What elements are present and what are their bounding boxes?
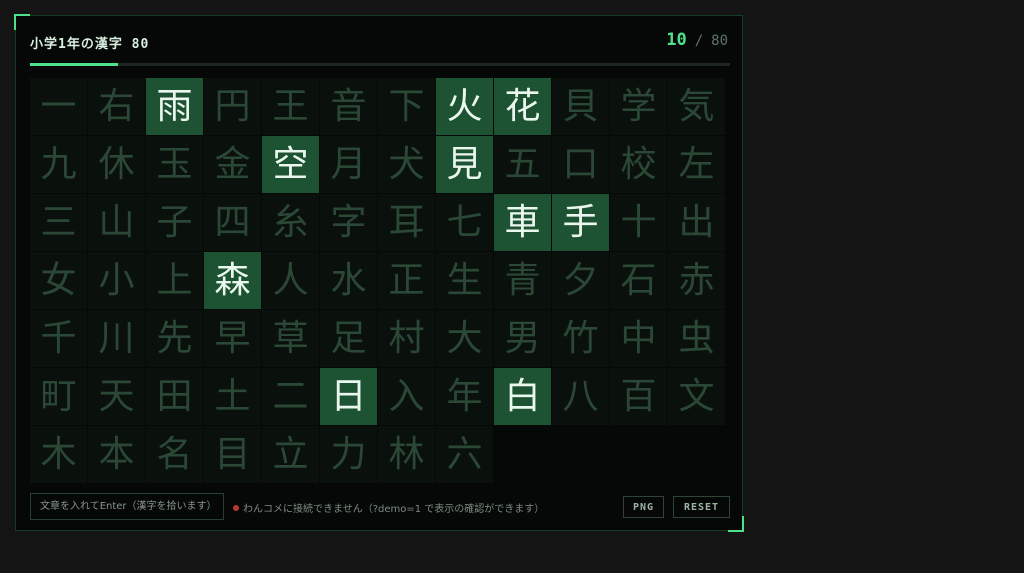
status-dot-icon xyxy=(233,504,239,511)
kanji-cell: 五 xyxy=(494,136,551,193)
kanji-cell: 金 xyxy=(204,136,261,193)
kanji-cell: 青 xyxy=(494,252,551,309)
kanji-cell: 林 xyxy=(378,426,435,483)
kanji-cell: 王 xyxy=(262,78,319,135)
kanji-cell: 力 xyxy=(320,426,377,483)
kanji-cell: 子 xyxy=(146,194,203,251)
kanji-cell: 赤 xyxy=(668,252,725,309)
kanji-cell: 字 xyxy=(320,194,377,251)
footer-bar: わんコメに接続できません（?demo=1 で表示の確認ができます） PNG RE… xyxy=(30,493,730,522)
png-button[interactable]: PNG xyxy=(623,496,664,518)
kanji-cell: 小 xyxy=(88,252,145,309)
kanji-cell: 九 xyxy=(30,136,87,193)
kanji-cell: 口 xyxy=(552,136,609,193)
kanji-cell: 生 xyxy=(436,252,493,309)
reset-button[interactable]: RESET xyxy=(673,496,730,518)
kanji-cell: 本 xyxy=(88,426,145,483)
connection-status: わんコメに接続できません（?demo=1 で表示の確認ができます） xyxy=(233,500,544,515)
kanji-cell: 千 xyxy=(30,310,87,367)
kanji-cell: 先 xyxy=(146,310,203,367)
kanji-cell: 田 xyxy=(146,368,203,425)
kanji-cell-found: 花 xyxy=(494,78,551,135)
kanji-cell: 入 xyxy=(378,368,435,425)
count-separator: / xyxy=(694,33,704,49)
kanji-cell: 男 xyxy=(494,310,551,367)
kanji-panel: 小学1年の漢字 80 10 / 80 一右雨円王音下火花貝学気九休玉金空月犬見五口校… xyxy=(14,14,744,532)
kanji-cell: 気 xyxy=(668,78,725,135)
kanji-cell: 名 xyxy=(146,426,203,483)
kanji-cell: 三 xyxy=(30,194,87,251)
kanji-cell: 八 xyxy=(552,368,609,425)
kanji-cell: 貝 xyxy=(552,78,609,135)
kanji-cell: 休 xyxy=(88,136,145,193)
kanji-cell-found: 手 xyxy=(552,194,609,251)
kanji-cell: 大 xyxy=(436,310,493,367)
kanji-cell: 竹 xyxy=(552,310,609,367)
status-text: わんコメに接続できません（?demo=1 で表示の確認ができます） xyxy=(243,504,545,515)
kanji-cell: 犬 xyxy=(378,136,435,193)
kanji-cell: 中 xyxy=(610,310,667,367)
kanji-cell-found: 日 xyxy=(320,368,377,425)
kanji-cell-found: 火 xyxy=(436,78,493,135)
kanji-cell: 町 xyxy=(30,368,87,425)
kanji-cell: 六 xyxy=(436,426,493,483)
total-count: 80 xyxy=(711,33,728,49)
kanji-cell: 一 xyxy=(30,78,87,135)
panel-title: 小学1年の漢字 80 xyxy=(30,37,150,52)
kanji-cell: 山 xyxy=(88,194,145,251)
kanji-cell-found: 空 xyxy=(262,136,319,193)
kanji-cell: 七 xyxy=(436,194,493,251)
kanji-grid: 一右雨円王音下火花貝学気九休玉金空月犬見五口校左三山子四糸字耳七車手十出女小上森… xyxy=(30,78,725,483)
kanji-cell: 左 xyxy=(668,136,725,193)
kanji-cell: 木 xyxy=(30,426,87,483)
kanji-cell: 玉 xyxy=(146,136,203,193)
kanji-cell: 四 xyxy=(204,194,261,251)
kanji-cell: 足 xyxy=(320,310,377,367)
kanji-cell: 水 xyxy=(320,252,377,309)
kanji-cell-found: 車 xyxy=(494,194,551,251)
kanji-cell: 出 xyxy=(668,194,725,251)
kanji-cell: 石 xyxy=(610,252,667,309)
kanji-cell: 土 xyxy=(204,368,261,425)
kanji-cell: 糸 xyxy=(262,194,319,251)
kanji-cell: 人 xyxy=(262,252,319,309)
kanji-cell-found: 雨 xyxy=(146,78,203,135)
kanji-cell: 天 xyxy=(88,368,145,425)
kanji-cell: 上 xyxy=(146,252,203,309)
kanji-cell: 草 xyxy=(262,310,319,367)
kanji-cell: 文 xyxy=(668,368,725,425)
kanji-cell-found: 白 xyxy=(494,368,551,425)
kanji-cell: 年 xyxy=(436,368,493,425)
corner-bracket-bottom-right xyxy=(728,516,744,532)
kanji-cell: 円 xyxy=(204,78,261,135)
kanji-cell: 虫 xyxy=(668,310,725,367)
kanji-cell: 右 xyxy=(88,78,145,135)
kanji-cell-found: 見 xyxy=(436,136,493,193)
kanji-cell: 女 xyxy=(30,252,87,309)
kanji-cell-found: 森 xyxy=(204,252,261,309)
found-counter: 10 / 80 xyxy=(666,30,728,50)
kanji-cell: 川 xyxy=(88,310,145,367)
kanji-cell: 月 xyxy=(320,136,377,193)
found-count: 10 xyxy=(666,30,687,50)
kanji-cell: 音 xyxy=(320,78,377,135)
kanji-cell: 立 xyxy=(262,426,319,483)
sentence-input[interactable] xyxy=(30,493,224,520)
kanji-cell: 学 xyxy=(610,78,667,135)
progress-fill xyxy=(30,63,118,66)
kanji-cell: 百 xyxy=(610,368,667,425)
corner-bracket-top-left xyxy=(14,14,30,30)
kanji-cell: 耳 xyxy=(378,194,435,251)
kanji-cell: 下 xyxy=(378,78,435,135)
progress-bar xyxy=(30,63,730,66)
kanji-cell: 校 xyxy=(610,136,667,193)
kanji-cell: 二 xyxy=(262,368,319,425)
kanji-cell: 村 xyxy=(378,310,435,367)
kanji-cell: 十 xyxy=(610,194,667,251)
kanji-cell: 早 xyxy=(204,310,261,367)
kanji-cell: 夕 xyxy=(552,252,609,309)
kanji-cell: 目 xyxy=(204,426,261,483)
kanji-cell: 正 xyxy=(378,252,435,309)
